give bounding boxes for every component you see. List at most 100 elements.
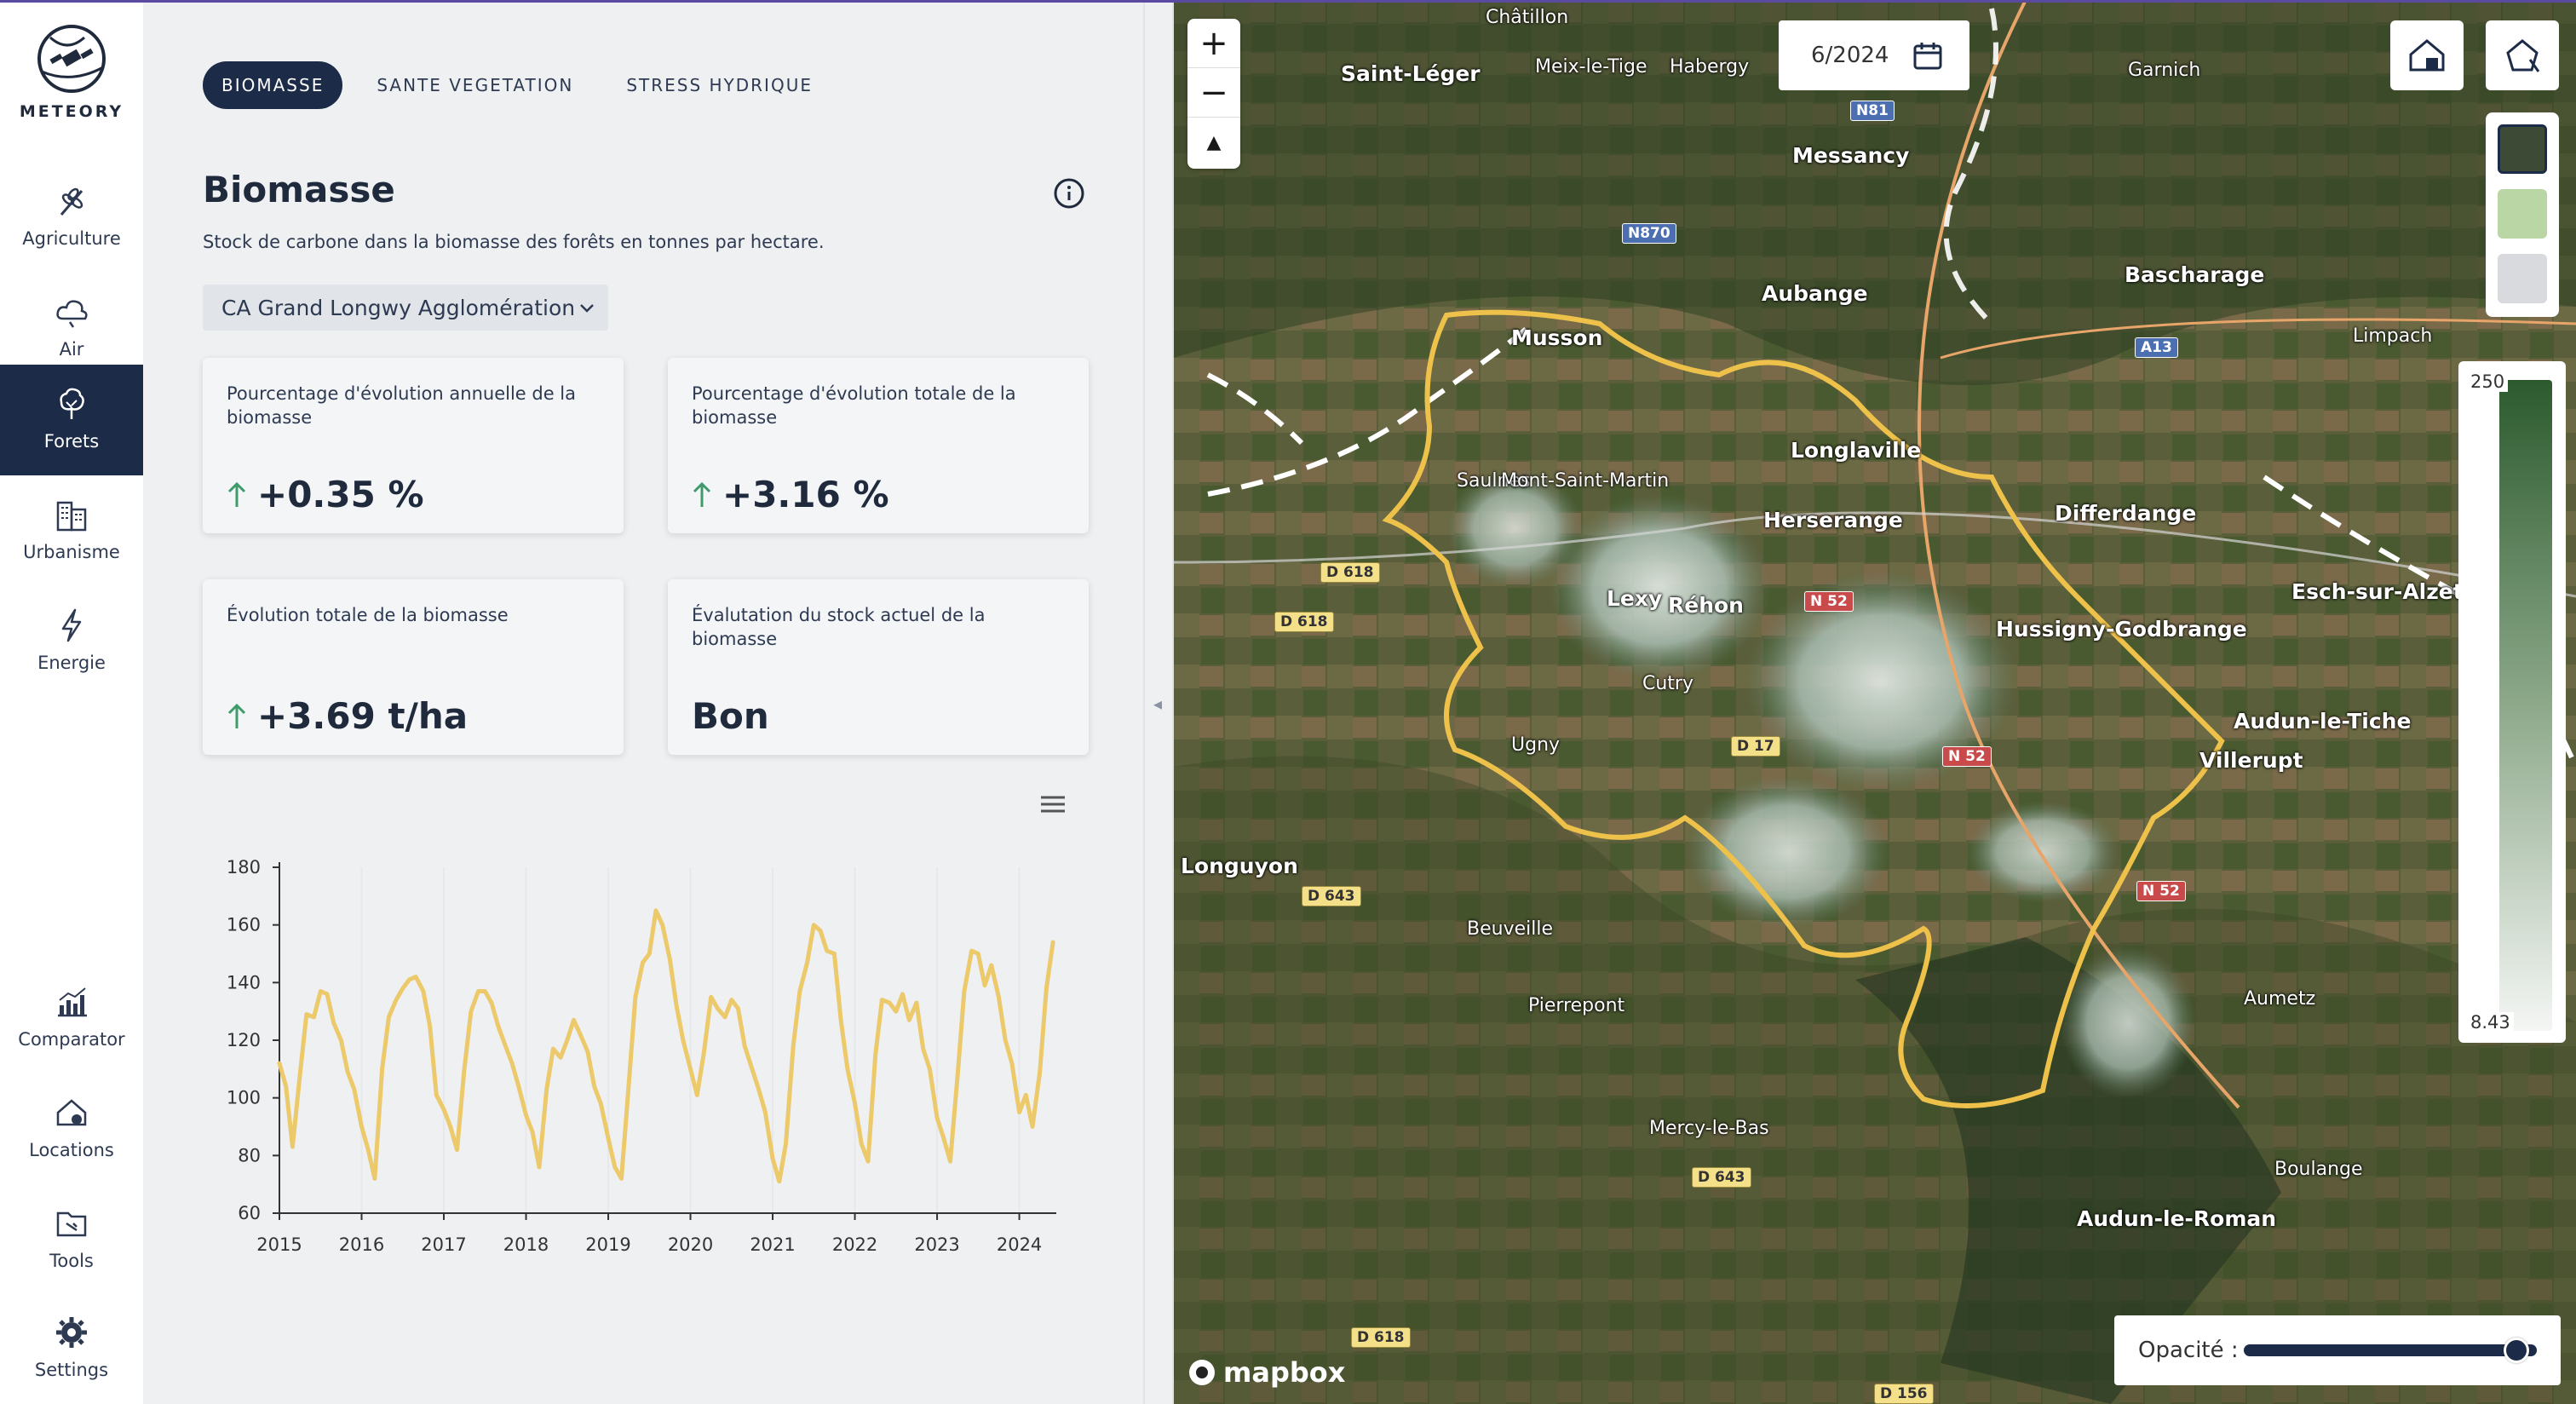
opacity-control: Opacité : (2114, 1315, 2561, 1385)
data-point (875, 1054, 877, 1056)
data-point (950, 1160, 951, 1162)
map-label: Lexy (1607, 586, 1663, 611)
info-icon[interactable] (1053, 177, 1085, 210)
top-accent-line (0, 0, 2576, 3)
map-label: Châtillon (1486, 7, 1569, 28)
kpi-value-text: Bon (692, 695, 769, 737)
data-point (367, 1149, 369, 1151)
road-sign: N870 (1622, 223, 1676, 244)
bar-chart-icon (58, 987, 87, 1017)
tree-icon (60, 388, 84, 419)
sidebar-item-label: Comparator (18, 1029, 125, 1050)
data-point (518, 1085, 520, 1087)
territory-select[interactable]: CA Grand Longwy Agglomération (203, 285, 608, 331)
sidebar-item-urbanisme[interactable]: Urbanisme (0, 475, 143, 586)
data-point (676, 1004, 677, 1006)
kpi-value: +3.16 % (692, 474, 889, 515)
streets-style-option[interactable] (2498, 254, 2547, 303)
data-point (470, 1010, 472, 1012)
road-sign: N81 (1850, 101, 1895, 121)
legend-min: 8.43 (2467, 1012, 2514, 1033)
map-view[interactable]: Châtillon Saint-Léger Meix-le-Tige Haber… (1174, 0, 2576, 1404)
data-point (566, 1039, 568, 1041)
y-tick-label: 100 (227, 1088, 261, 1108)
sidebar-item-label: Agriculture (22, 228, 121, 249)
data-point (840, 1019, 842, 1021)
data-point (443, 1108, 445, 1110)
sidebar-item-agriculture[interactable]: Agriculture (0, 162, 143, 273)
map-label: Beuveille (1467, 918, 1553, 940)
map-label: Bascharage (2125, 262, 2265, 287)
data-point (538, 1166, 540, 1168)
date-picker[interactable]: 6/2024 (1779, 20, 1969, 90)
data-point (971, 950, 973, 952)
data-point (333, 1022, 335, 1024)
x-tick-label: 2016 (339, 1234, 384, 1255)
road-sign: D 618 (1320, 562, 1380, 583)
map-label: Mont-Saint-Martin (1501, 470, 1670, 492)
mapbox-text: mapbox (1223, 1356, 1346, 1389)
biomass-line-chart: 2015 2016 2017 2018 2019 2020 2021 2022 2023 2024… (227, 857, 1056, 1255)
collapse-panel-icon[interactable]: ◂ (1153, 693, 1165, 714)
data-point (690, 1068, 691, 1070)
tab-biomasse[interactable]: BIOMASSE (203, 61, 343, 109)
tab-stress-hydrique[interactable]: STRESS HYDRIQUE (607, 61, 831, 109)
opacity-slider-thumb[interactable] (2503, 1338, 2529, 1363)
chart-axes: 2015 2016 2017 2018 2019 2020 2021 2022 2023 2024… (227, 857, 1056, 1255)
terrain-style-option[interactable] (2498, 189, 2547, 239)
location-home-button[interactable] (2390, 20, 2464, 90)
data-point (895, 1010, 897, 1012)
polygon-draw-icon (2506, 39, 2540, 72)
data-point (991, 964, 992, 966)
calendar-icon (1913, 43, 1942, 70)
data-point (662, 924, 664, 926)
sidebar-item-energie[interactable]: Energie (0, 586, 143, 697)
data-point (340, 1039, 342, 1041)
data-point (361, 1126, 362, 1127)
sidebar-item-comparator[interactable]: Comparator (0, 963, 143, 1073)
lightning-icon (61, 608, 82, 642)
map-label: Audun-le-Roman (2077, 1206, 2277, 1231)
road-sign: D 17 (1731, 736, 1780, 757)
map-label: Garnich (2128, 60, 2201, 81)
data-point (738, 1008, 739, 1010)
sidebar-item-label: Forets (43, 431, 100, 452)
satellite-style-option[interactable] (2498, 124, 2547, 174)
data-point (998, 996, 999, 998)
sidebar-item-locations[interactable]: Locations (0, 1073, 143, 1184)
sidebar-item-forets[interactable]: Forets (0, 365, 143, 475)
data-point (655, 910, 657, 912)
road-sign: D 643 (1692, 1167, 1751, 1188)
data-point (429, 1025, 431, 1027)
draw-polygon-button[interactable] (2486, 20, 2559, 90)
sidebar-item-tools[interactable]: Tools (0, 1184, 143, 1295)
home-location-icon (2409, 39, 2445, 72)
mapbox-attribution[interactable]: mapbox (1187, 1356, 1345, 1389)
legend-max: 250 (2467, 371, 2509, 392)
map-label: Limpach (2353, 325, 2433, 347)
opacity-slider[interactable] (2244, 1338, 2537, 1363)
map-label: Herserange (1763, 508, 1903, 532)
data-point (716, 1008, 718, 1010)
buildings-icon (56, 501, 87, 532)
map-label: Villerupt (2199, 748, 2303, 773)
zoom-in-button[interactable]: + (1187, 19, 1240, 68)
x-tick-label: 2020 (668, 1234, 713, 1255)
brand-logo[interactable]: METEORY (0, 20, 143, 131)
tab-sante-vegetation[interactable]: SANTE VEGETATION (358, 61, 592, 109)
data-point (888, 1002, 890, 1004)
chart-menu-icon[interactable] (1038, 792, 1068, 816)
sidebar-item-settings[interactable]: Settings (0, 1293, 143, 1404)
y-tick-label: 60 (238, 1203, 261, 1223)
compass-reset-button[interactable]: ▲ (1187, 118, 1240, 167)
data-point (409, 979, 410, 981)
y-tick-label: 140 (227, 972, 261, 993)
data-point (607, 1137, 609, 1139)
kpi-label: Évolution totale de la biomasse (227, 605, 509, 625)
y-tick-label: 160 (227, 915, 261, 935)
data-point (402, 987, 404, 989)
data-point (799, 991, 801, 992)
x-tick-label: 2015 (256, 1234, 302, 1255)
data-point (881, 999, 883, 1001)
zoom-out-button[interactable]: − (1187, 68, 1240, 118)
